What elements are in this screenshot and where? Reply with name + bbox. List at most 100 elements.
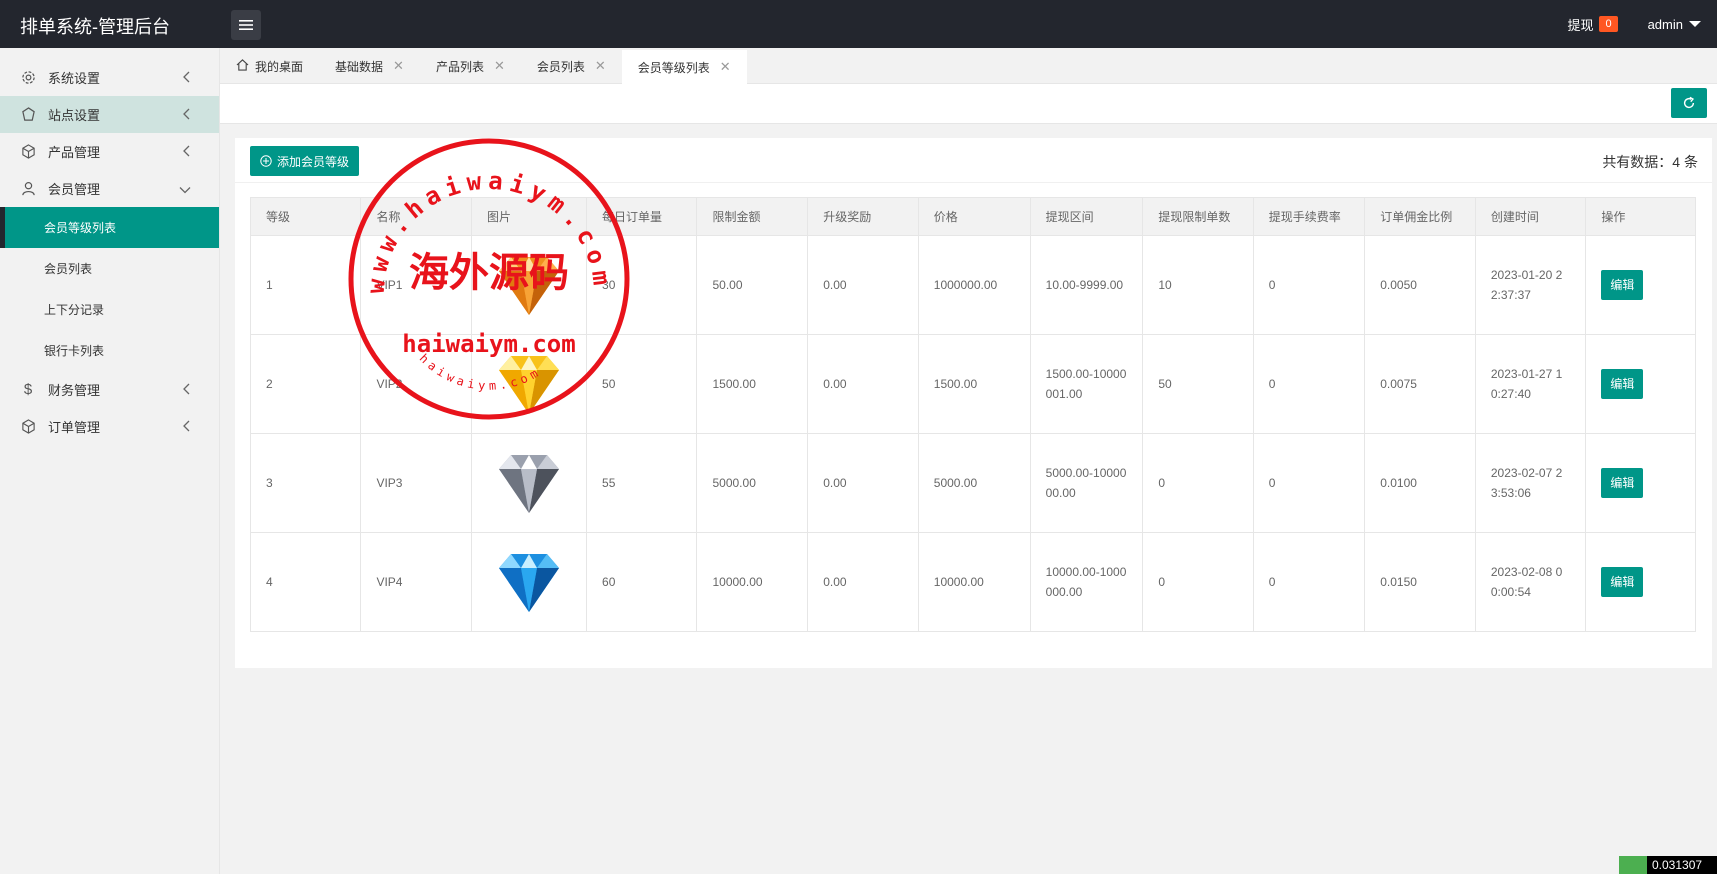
sidebar-subitem-member-list[interactable]: 会员列表 [0, 248, 219, 289]
sidebar-item-finance-management[interactable]: $ 财务管理 [0, 371, 219, 408]
cell-reward: 0.00 [807, 334, 919, 434]
sidebar-subitem-bank-cards[interactable]: 银行卡列表 [0, 330, 219, 371]
gem-orange-image [499, 257, 560, 315]
cell-commission: 0.0075 [1364, 334, 1476, 434]
column-header[interactable]: 提现区间 [1029, 197, 1144, 236]
cell-daily-orders: 50 [586, 334, 698, 434]
tab-label: 我的桌面 [255, 59, 304, 74]
cell-daily-orders: 60 [586, 532, 698, 632]
sidebar-item-label: 站点设置 [48, 108, 101, 123]
cell-limit: 1500.00 [696, 334, 809, 434]
column-header[interactable]: 订单佣金比例 [1364, 197, 1476, 236]
sidebar-item-system-settings[interactable]: 系统设置 [0, 59, 219, 96]
cell-fee: 0 [1252, 532, 1366, 632]
cell-limit-count: 50 [1142, 334, 1254, 434]
tab-label: 产品列表 [435, 59, 484, 74]
member-level-table: 等级 名称 图片 每日订单量 限制金额 升级奖励 价格 提现区间 提现限制单数 … [249, 197, 1696, 632]
cell-image [471, 433, 588, 533]
edit-button[interactable]: 编辑 [1601, 468, 1644, 498]
plus-circle-icon [260, 155, 272, 167]
cell-reward: 0.00 [807, 433, 919, 533]
top-bar: 排单系统-管理后台 提现 0 admin [0, 0, 1717, 48]
cell-name: VIP1 [360, 235, 473, 335]
close-icon[interactable]: ✕ [595, 58, 606, 74]
gem-blue-image [499, 554, 560, 612]
chevron-left-icon [183, 145, 191, 160]
gem-silver-image [499, 455, 560, 513]
edit-button[interactable]: 编辑 [1601, 369, 1644, 399]
column-header[interactable]: 名称 [360, 197, 473, 236]
gem-yellow-image [499, 356, 560, 414]
chevron-left-icon [183, 71, 191, 86]
tab-member-list[interactable]: 会员列表 ✕ [521, 48, 622, 84]
gear-icon [20, 70, 36, 86]
sidebar-item-site-settings[interactable]: 站点设置 [0, 96, 219, 133]
close-icon[interactable]: ✕ [393, 58, 404, 74]
menu-toggle-button[interactable] [231, 10, 261, 40]
cell-commission: 0.0100 [1364, 433, 1476, 533]
cell-limit-count: 0 [1142, 433, 1254, 533]
edit-button[interactable]: 编辑 [1601, 270, 1644, 300]
cell-level: 2 [249, 334, 362, 434]
tab-member-levels[interactable]: 会员等级列表 ✕ [621, 48, 747, 84]
tab-my-desk[interactable]: 我的桌面 [220, 48, 319, 84]
column-header[interactable]: 图片 [471, 197, 588, 236]
column-header[interactable]: 提现限制单数 [1142, 197, 1254, 236]
refresh-button[interactable] [1671, 88, 1707, 118]
column-header[interactable]: 限制金额 [696, 197, 809, 236]
cell-level: 3 [249, 433, 362, 533]
cell-action: 编辑 [1585, 235, 1696, 335]
tab-product-list[interactable]: 产品列表 ✕ [420, 48, 521, 84]
tab-label: 会员列表 [536, 59, 585, 74]
tab-basic-data[interactable]: 基础数据 ✕ [319, 48, 420, 84]
cell-image [471, 334, 588, 434]
withdraw-link[interactable]: 提现 0 [1567, 15, 1618, 34]
sidebar-item-member-management[interactable]: 会员管理 [0, 170, 219, 207]
sidebar-subitem-label: 上下分记录 [44, 303, 105, 317]
sidebar-subitem-balance-records[interactable]: 上下分记录 [0, 289, 219, 330]
cell-limit: 10000.00 [696, 532, 809, 632]
column-header[interactable]: 创建时间 [1474, 197, 1587, 236]
column-header[interactable]: 操作 [1585, 197, 1696, 236]
chevron-down-icon [179, 182, 191, 197]
content-card: 添加会员等级 共有数据：4 条 等级 名称 图片 每日订单量 限制金额 升级奖励… [235, 138, 1712, 668]
user-menu[interactable]: admin [1648, 17, 1701, 32]
add-member-level-button[interactable]: 添加会员等级 [250, 146, 360, 176]
column-header[interactable]: 等级 [249, 197, 362, 236]
sidebar-subitem-label: 银行卡列表 [44, 344, 105, 358]
refresh-icon [1683, 96, 1695, 109]
add-button-label: 添加会员等级 [277, 154, 350, 169]
tab-label: 会员等级列表 [637, 60, 710, 75]
close-icon[interactable]: ✕ [494, 58, 505, 74]
close-icon[interactable]: ✕ [720, 59, 731, 75]
sidebar-subitem-member-levels[interactable]: 会员等级列表 [0, 207, 219, 248]
cell-action: 编辑 [1585, 532, 1696, 632]
cell-price: 10000.00 [917, 532, 1031, 632]
cell-range: 10.00-9999.00 [1029, 235, 1144, 335]
cell-image [471, 235, 588, 335]
column-header[interactable]: 价格 [917, 197, 1031, 236]
cell-limit-count: 10 [1142, 235, 1254, 335]
chevron-left-icon [183, 420, 191, 435]
cell-fee: 0 [1252, 235, 1366, 335]
cell-image [471, 532, 588, 632]
total-count: 共有数据：4 条 [1602, 154, 1698, 170]
table-row: 3 VIP3 55 5000.00 0.00 5000.00 5000.00-1… [249, 433, 1696, 533]
debug-widget[interactable]: 0.031307 [1619, 856, 1717, 874]
sidebar-item-label: 会员管理 [48, 182, 101, 197]
sidebar-item-label: 财务管理 [48, 383, 101, 398]
edit-button[interactable]: 编辑 [1601, 567, 1644, 597]
tab-label: 基础数据 [335, 59, 384, 74]
column-header[interactable]: 每日订单量 [586, 197, 698, 236]
cell-level: 4 [249, 532, 362, 632]
cell-created: 2023-02-08 00:00:54 [1474, 532, 1587, 632]
sidebar-item-product-management[interactable]: 产品管理 [0, 133, 219, 170]
cell-price: 1000000.00 [917, 235, 1031, 335]
sidebar-item-label: 系统设置 [48, 71, 101, 86]
sidebar-item-order-management[interactable]: 订单管理 [0, 408, 219, 445]
column-header[interactable]: 提现手续费率 [1252, 197, 1366, 236]
user-name: admin [1647, 16, 1683, 32]
cell-created: 2023-01-20 22:37:37 [1474, 235, 1587, 335]
column-header[interactable]: 升级奖励 [807, 197, 919, 236]
tab-bar: 我的桌面 基础数据 ✕ 产品列表 ✕ 会员列表 ✕ 会员等级列表 ✕ [220, 48, 1717, 84]
